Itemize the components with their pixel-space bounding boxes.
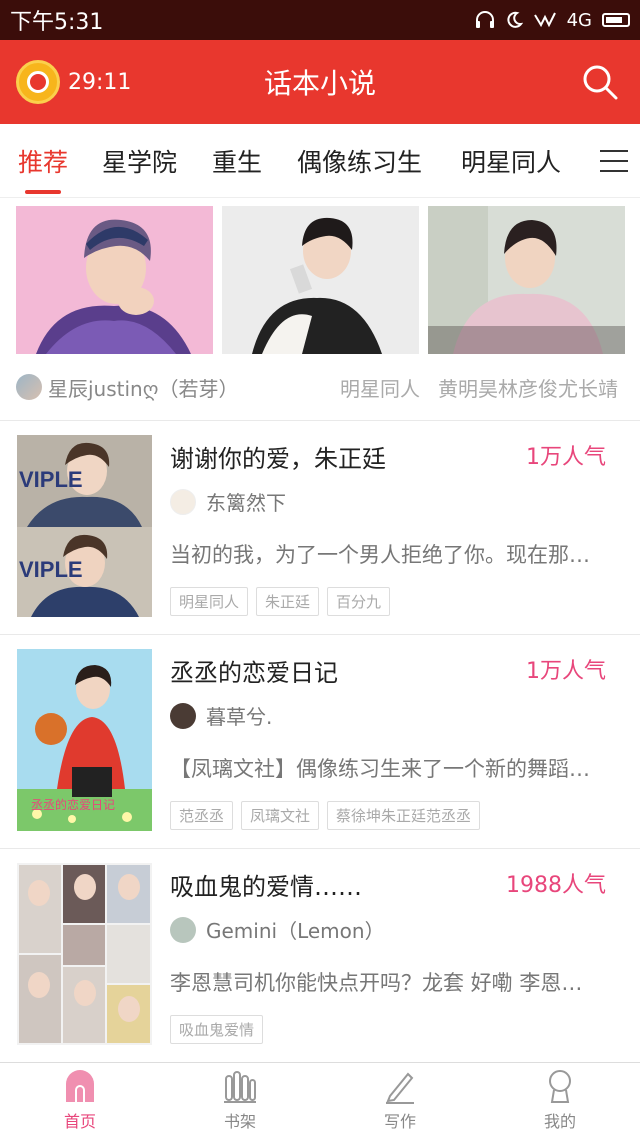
tag-chip[interactable]: 吸血鬼爱情	[170, 1015, 264, 1044]
reading-timer[interactable]: 29:11	[16, 60, 131, 104]
alarm-clock-icon[interactable]	[16, 60, 60, 104]
book-cover[interactable]: 丞丞的恋爱日记	[17, 649, 152, 831]
banner-image-3[interactable]	[428, 206, 625, 354]
home-icon	[66, 1070, 94, 1102]
status-icons: 4G	[475, 10, 630, 31]
nav-home[interactable]: 首页	[0, 1063, 160, 1138]
tag-chip[interactable]: 百分九	[327, 587, 391, 616]
profile-icon	[549, 1070, 571, 1103]
nav-bookshelf[interactable]: 书架	[160, 1063, 320, 1138]
tab-menu-icon[interactable]	[600, 150, 628, 172]
tag-chip[interactable]: 范丞丞	[170, 801, 234, 830]
tab-rebirth[interactable]: 重生	[212, 124, 262, 198]
author-name: 东篱然下	[206, 491, 286, 515]
headphones-icon	[475, 11, 494, 28]
book-summary: 李恩慧司机你能快点开吗？龙套 好嘞 李恩…	[170, 971, 583, 995]
tab-star-academy[interactable]: 星学院	[102, 124, 177, 198]
network-type: 4G	[566, 9, 592, 31]
book-author[interactable]: 东篱然下	[170, 487, 286, 516]
svg-text:VIPLE: VIPLE	[19, 467, 83, 492]
svg-text:丞丞的恋爱日记: 丞丞的恋爱日记	[31, 797, 115, 812]
tag-chip[interactable]: 蔡徐坤朱正廷范丞丞	[327, 801, 481, 830]
app-header: 29:11 话本小说	[0, 40, 640, 124]
nav-label: 我的	[543, 1112, 576, 1131]
book-summary: 当初的我，为了一个男人拒绝了你。现在那…	[170, 543, 590, 567]
popularity-count: 1988人气	[506, 873, 606, 898]
tab-idol-trainee[interactable]: 偶像练习生	[297, 124, 422, 198]
avatar	[170, 488, 196, 515]
popularity-count: 1万人气	[526, 659, 606, 684]
tag-chip[interactable]: 明星同人	[170, 587, 249, 616]
status-time: 下午5:31	[10, 10, 104, 35]
bottom-nav: 首页 书架 写作 我的	[0, 1062, 640, 1138]
tag-list: 明星同人 朱正廷 百分九	[170, 587, 391, 616]
banner-author[interactable]: 星辰justinღ（若芽）	[48, 373, 238, 402]
banner-tags[interactable]: 黄明昊林彦俊尤长靖	[438, 373, 618, 402]
book-cover[interactable]	[17, 863, 152, 1045]
banner-image-2[interactable]	[222, 206, 419, 354]
book-author[interactable]: 暮草兮.	[170, 701, 272, 730]
avatar	[170, 916, 196, 943]
tag-chip[interactable]: 朱正廷	[256, 587, 320, 616]
moon-icon	[506, 11, 523, 28]
popularity-count: 1万人气	[526, 445, 606, 470]
book-title[interactable]: 吸血鬼的爱情……	[170, 867, 362, 902]
book-author[interactable]: Gemini（Lemon）	[170, 915, 385, 944]
tab-celebrity-fanfic[interactable]: 明星同人	[461, 124, 561, 198]
book-title[interactable]: 丞丞的恋爱日记	[170, 653, 338, 688]
featured-banner: 星辰justinღ（若芽） 明星同人 黄明昊林彦俊尤长靖	[0, 198, 640, 420]
list-item[interactable]: 丞丞的恋爱日记 丞丞的恋爱日记 1万人气 暮草兮. 【凤璃文社】偶像练习生来了一…	[0, 634, 640, 848]
author-name: Gemini（Lemon）	[206, 919, 385, 943]
pen-icon	[386, 1072, 414, 1104]
book-summary: 【凤璃文社】偶像练习生来了一个新的舞蹈…	[170, 757, 590, 781]
banner-meta: 星辰justinღ（若芽） 明星同人 黄明昊林彦俊尤长靖	[16, 370, 618, 404]
nav-label: 写作	[383, 1112, 416, 1131]
signal-icon	[533, 12, 556, 28]
status-bar: 下午5:31 4G	[0, 0, 640, 40]
tab-recommend[interactable]: 推荐	[18, 124, 68, 198]
banner-image-1[interactable]	[16, 206, 213, 354]
author-name: 暮草兮.	[206, 705, 273, 729]
book-cover[interactable]: VIPLE VIPLE	[17, 435, 152, 617]
tag-list: 吸血鬼爱情	[170, 1015, 264, 1044]
avatar	[16, 374, 42, 400]
svg-text:VIPLE: VIPLE	[19, 557, 83, 582]
avatar	[170, 702, 196, 729]
nav-profile[interactable]: 我的	[480, 1063, 640, 1138]
category-tabs: 推荐 星学院 重生 偶像练习生 明星同人	[0, 124, 640, 198]
list-item[interactable]: 吸血鬼的爱情…… 1988人气 Gemini（Lemon） 李恩慧司机你能快点开…	[0, 848, 640, 1062]
list-item[interactable]: VIPLE VIPLE 谢谢你的爱，朱正廷 1万人气 东篱然下 当初的我，为了一…	[0, 420, 640, 634]
nav-label: 首页	[63, 1112, 96, 1131]
banner-category[interactable]: 明星同人	[340, 373, 420, 402]
nav-write[interactable]: 写作	[320, 1063, 480, 1138]
search-icon[interactable]	[582, 64, 618, 100]
timer-value: 29:11	[68, 69, 132, 95]
book-title[interactable]: 谢谢你的爱，朱正廷	[170, 439, 386, 474]
bookshelf-icon	[224, 1071, 256, 1103]
tag-chip[interactable]: 凤璃文社	[241, 801, 320, 830]
battery-icon	[602, 13, 630, 27]
nav-label: 书架	[223, 1112, 256, 1131]
tag-list: 范丞丞 凤璃文社 蔡徐坤朱正廷范丞丞	[170, 801, 481, 830]
